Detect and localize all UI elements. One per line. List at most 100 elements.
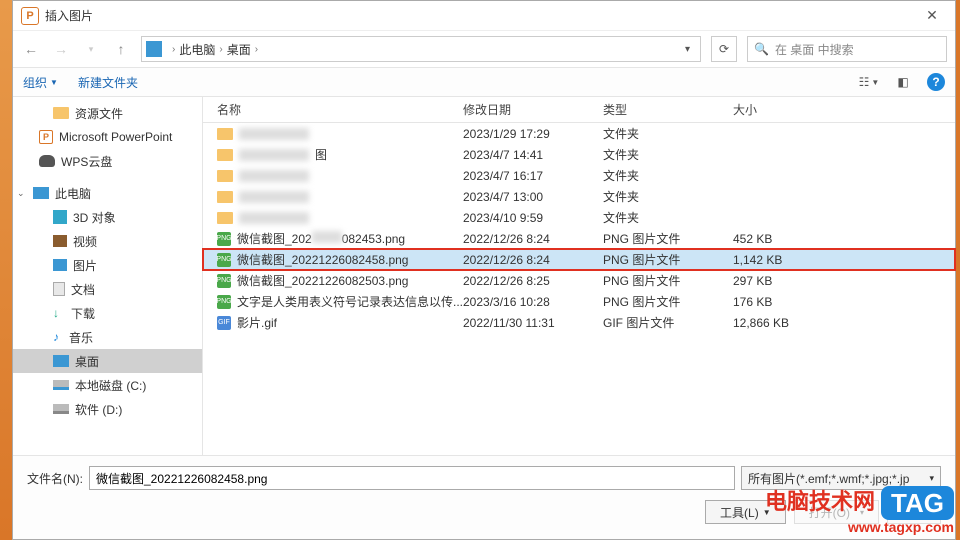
chevron-down-icon: ▼	[763, 508, 771, 517]
monitor-icon	[146, 41, 162, 57]
collapse-icon[interactable]: ⌄	[17, 188, 27, 199]
file-row[interactable]: GIF影片.gif2022/11/30 11:31GIF 图片文件12,866 …	[203, 312, 955, 333]
file-row[interactable]: 2023/4/10 9:59文件夹	[203, 207, 955, 228]
file-type-filter[interactable]: 所有图片(*.emf;*.wmf;*.jpg;*.jp▾	[741, 466, 941, 490]
refresh-button[interactable]: ⟳	[711, 36, 737, 62]
host-app-edge-right	[956, 0, 960, 540]
nav-bar: ← → ▾ ↑ › 此电脑 › 桌面 › ▾ ⟳ 🔍 在 桌面 中搜索	[13, 31, 955, 67]
image-icon	[53, 259, 67, 271]
tree-wps-cloud[interactable]: WPS云盘	[13, 149, 202, 173]
file-name: 微信截图_20221226082503.png	[237, 272, 408, 289]
file-row[interactable]: 图2023/4/7 14:41文件夹	[203, 144, 955, 165]
cancel-button[interactable]: 取消	[887, 500, 941, 524]
file-size: 1,142 KB	[733, 253, 833, 267]
tree-disk-d[interactable]: 软件 (D:)	[13, 397, 202, 421]
file-name: 微信截图_20221226082458.png	[237, 251, 408, 268]
document-icon	[53, 282, 65, 296]
file-row[interactable]: 2023/4/7 13:00文件夹	[203, 186, 955, 207]
breadcrumb[interactable]: › 此电脑 › 桌面 › ▾	[141, 36, 701, 62]
back-button[interactable]: ←	[21, 39, 41, 59]
col-type[interactable]: 类型	[603, 101, 733, 118]
file-type: 文件夹	[603, 146, 733, 163]
view-mode-button[interactable]: ☷ ▼	[859, 74, 879, 90]
tree-resources[interactable]: 资源文件	[13, 101, 202, 125]
close-button[interactable]: ✕	[917, 7, 947, 24]
file-type: PNG 图片文件	[603, 251, 733, 268]
breadcrumb-pc[interactable]: 此电脑	[179, 41, 215, 58]
help-button[interactable]: ?	[927, 73, 945, 91]
file-date: 2023/4/10 9:59	[463, 211, 603, 225]
folder-icon	[217, 191, 233, 203]
disk-icon	[53, 404, 69, 414]
chevron-down-icon: ▼	[50, 78, 58, 87]
open-button[interactable]: 打开(O)▾	[794, 500, 879, 524]
breadcrumb-desktop[interactable]: 桌面	[227, 41, 251, 58]
dialog-title: 插入图片	[45, 7, 917, 24]
folder-tree: 资源文件 PMicrosoft PowerPoint WPS云盘 ⌄此电脑 3D…	[13, 97, 203, 457]
search-input[interactable]: 🔍 在 桌面 中搜索	[747, 36, 947, 62]
tree-desktop[interactable]: 桌面	[13, 349, 202, 373]
filename-label: 文件名(N):	[27, 470, 83, 487]
file-type: 文件夹	[603, 188, 733, 205]
col-date[interactable]: 修改日期	[463, 101, 603, 118]
tree-music[interactable]: ♪音乐	[13, 325, 202, 349]
forward-button[interactable]: →	[51, 39, 71, 59]
preview-pane-button[interactable]: ◧	[893, 74, 913, 90]
new-folder-button[interactable]: 新建文件夹	[78, 74, 138, 91]
file-type: 文件夹	[603, 125, 733, 142]
folder-icon	[217, 149, 233, 161]
file-row[interactable]: PNG文字是人类用表义符号记录表达信息以传...2023/3/16 10:28P…	[203, 291, 955, 312]
chevron-right-icon: ›	[219, 44, 222, 55]
tools-menu[interactable]: 工具(L)▼	[705, 500, 786, 524]
film-icon	[53, 235, 67, 247]
file-type: GIF 图片文件	[603, 314, 733, 331]
tree-this-pc[interactable]: ⌄此电脑	[13, 181, 202, 205]
chevron-right-icon: ›	[255, 44, 258, 55]
tree-powerpoint[interactable]: PMicrosoft PowerPoint	[13, 125, 202, 149]
file-date: 2023/3/16 10:28	[463, 295, 603, 309]
file-name: 影片.gif	[237, 314, 277, 331]
col-size[interactable]: 大小	[733, 101, 833, 118]
chevron-down-icon: ▾	[929, 473, 934, 484]
file-row[interactable]: 2023/1/29 17:29文件夹	[203, 123, 955, 144]
dialog-footer: 文件名(N): 所有图片(*.emf;*.wmf;*.jpg;*.jp▾ 工具(…	[13, 455, 955, 539]
png-icon: PNG	[217, 253, 231, 267]
tree-3d-objects[interactable]: 3D 对象	[13, 205, 202, 229]
file-size: 176 KB	[733, 295, 833, 309]
file-type: 文件夹	[603, 209, 733, 226]
file-row[interactable]: PNG 微信截图_20221226082458.png 2022/12/26 8:2…	[203, 249, 955, 270]
search-placeholder: 在 桌面 中搜索	[775, 41, 854, 58]
filename-input[interactable]	[89, 466, 735, 490]
insert-picture-dialog: P 插入图片 ✕ ← → ▾ ↑ › 此电脑 › 桌面 › ▾ ⟳ 🔍 在 桌面…	[12, 0, 956, 540]
png-icon: PNG	[217, 274, 231, 288]
file-row[interactable]: PNG微信截图_202082453.png2022/12/26 8:24PNG …	[203, 228, 955, 249]
tree-documents[interactable]: 文档	[13, 277, 202, 301]
recent-dropdown[interactable]: ▾	[81, 39, 101, 59]
file-size: 12,866 KB	[733, 316, 833, 330]
tree-videos[interactable]: 视频	[13, 229, 202, 253]
dialog-body: 资源文件 PMicrosoft PowerPoint WPS云盘 ⌄此电脑 3D…	[13, 97, 955, 457]
col-name[interactable]: 名称	[203, 101, 463, 118]
png-icon: PNG	[217, 232, 231, 246]
file-date: 2022/12/26 8:24	[463, 253, 603, 267]
file-row[interactable]: PNG微信截图_20221226082503.png2022/12/26 8:2…	[203, 270, 955, 291]
file-date: 2023/4/7 16:17	[463, 169, 603, 183]
file-date: 2023/1/29 17:29	[463, 127, 603, 141]
file-name	[239, 149, 309, 161]
file-row[interactable]: 2023/4/7 16:17文件夹	[203, 165, 955, 186]
folder-icon	[217, 170, 233, 182]
file-date: 2023/4/7 13:00	[463, 190, 603, 204]
music-icon: ♪	[53, 330, 63, 344]
tree-pictures[interactable]: 图片	[13, 253, 202, 277]
host-app-edge	[0, 0, 12, 540]
monitor-icon	[33, 187, 49, 199]
organize-menu[interactable]: 组织▼	[23, 74, 58, 91]
search-icon: 🔍	[754, 42, 769, 56]
tree-downloads[interactable]: ↓下载	[13, 301, 202, 325]
disk-icon	[53, 380, 69, 390]
tree-disk-c[interactable]: 本地磁盘 (C:)	[13, 373, 202, 397]
download-icon: ↓	[53, 306, 65, 320]
chevron-down-icon[interactable]: ▾	[679, 44, 696, 55]
file-date: 2023/4/7 14:41	[463, 148, 603, 162]
up-button[interactable]: ↑	[111, 39, 131, 59]
